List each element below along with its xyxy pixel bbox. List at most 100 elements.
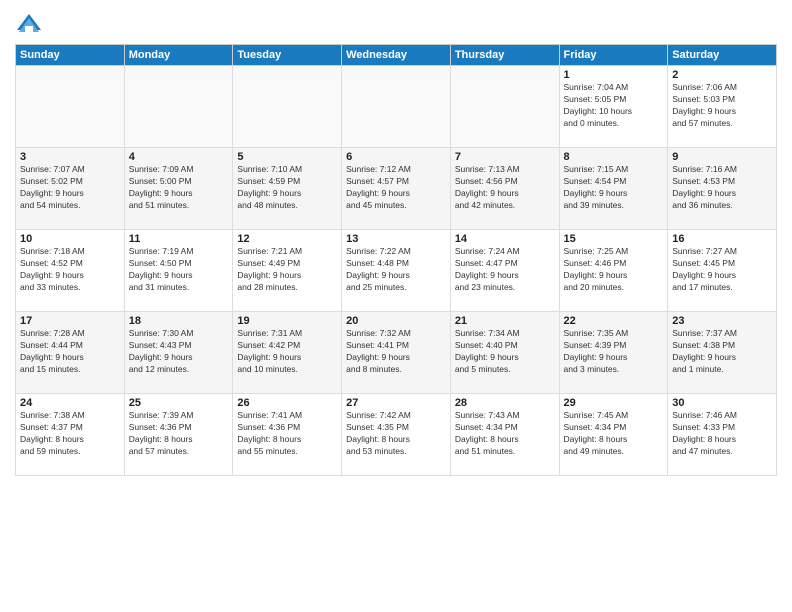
day-info: Sunrise: 7:34 AM Sunset: 4:40 PM Dayligh… xyxy=(455,328,555,376)
day-number: 28 xyxy=(455,397,555,409)
week-row-2: 10Sunrise: 7:18 AM Sunset: 4:52 PM Dayli… xyxy=(16,230,777,312)
calendar-cell: 18Sunrise: 7:30 AM Sunset: 4:43 PM Dayli… xyxy=(124,312,233,394)
calendar-cell xyxy=(233,66,342,148)
day-number: 1 xyxy=(564,69,664,81)
day-number: 22 xyxy=(564,315,664,327)
day-info: Sunrise: 7:39 AM Sunset: 4:36 PM Dayligh… xyxy=(129,410,229,458)
calendar-cell: 19Sunrise: 7:31 AM Sunset: 4:42 PM Dayli… xyxy=(233,312,342,394)
day-info: Sunrise: 7:24 AM Sunset: 4:47 PM Dayligh… xyxy=(455,246,555,294)
day-number: 27 xyxy=(346,397,446,409)
calendar-cell: 30Sunrise: 7:46 AM Sunset: 4:33 PM Dayli… xyxy=(668,394,777,476)
day-number: 16 xyxy=(672,233,772,245)
day-number: 12 xyxy=(237,233,337,245)
day-info: Sunrise: 7:10 AM Sunset: 4:59 PM Dayligh… xyxy=(237,164,337,212)
header-sunday: Sunday xyxy=(16,45,125,66)
calendar-cell: 7Sunrise: 7:13 AM Sunset: 4:56 PM Daylig… xyxy=(450,148,559,230)
calendar-cell: 9Sunrise: 7:16 AM Sunset: 4:53 PM Daylig… xyxy=(668,148,777,230)
day-info: Sunrise: 7:46 AM Sunset: 4:33 PM Dayligh… xyxy=(672,410,772,458)
calendar-cell: 22Sunrise: 7:35 AM Sunset: 4:39 PM Dayli… xyxy=(559,312,668,394)
calendar: SundayMondayTuesdayWednesdayThursdayFrid… xyxy=(15,44,777,476)
day-number: 11 xyxy=(129,233,229,245)
day-number: 24 xyxy=(20,397,120,409)
header-thursday: Thursday xyxy=(450,45,559,66)
day-number: 17 xyxy=(20,315,120,327)
calendar-cell: 1Sunrise: 7:04 AM Sunset: 5:05 PM Daylig… xyxy=(559,66,668,148)
calendar-cell: 4Sunrise: 7:09 AM Sunset: 5:00 PM Daylig… xyxy=(124,148,233,230)
day-number: 21 xyxy=(455,315,555,327)
day-info: Sunrise: 7:38 AM Sunset: 4:37 PM Dayligh… xyxy=(20,410,120,458)
calendar-header-row: SundayMondayTuesdayWednesdayThursdayFrid… xyxy=(16,45,777,66)
calendar-cell: 3Sunrise: 7:07 AM Sunset: 5:02 PM Daylig… xyxy=(16,148,125,230)
day-info: Sunrise: 7:31 AM Sunset: 4:42 PM Dayligh… xyxy=(237,328,337,376)
calendar-cell: 20Sunrise: 7:32 AM Sunset: 4:41 PM Dayli… xyxy=(342,312,451,394)
calendar-cell: 28Sunrise: 7:43 AM Sunset: 4:34 PM Dayli… xyxy=(450,394,559,476)
day-info: Sunrise: 7:13 AM Sunset: 4:56 PM Dayligh… xyxy=(455,164,555,212)
day-info: Sunrise: 7:21 AM Sunset: 4:49 PM Dayligh… xyxy=(237,246,337,294)
day-info: Sunrise: 7:42 AM Sunset: 4:35 PM Dayligh… xyxy=(346,410,446,458)
day-info: Sunrise: 7:07 AM Sunset: 5:02 PM Dayligh… xyxy=(20,164,120,212)
day-info: Sunrise: 7:30 AM Sunset: 4:43 PM Dayligh… xyxy=(129,328,229,376)
day-number: 18 xyxy=(129,315,229,327)
day-info: Sunrise: 7:41 AM Sunset: 4:36 PM Dayligh… xyxy=(237,410,337,458)
day-number: 26 xyxy=(237,397,337,409)
logo-icon xyxy=(15,10,43,38)
day-info: Sunrise: 7:45 AM Sunset: 4:34 PM Dayligh… xyxy=(564,410,664,458)
page: SundayMondayTuesdayWednesdayThursdayFrid… xyxy=(0,0,792,612)
calendar-cell xyxy=(342,66,451,148)
calendar-cell: 26Sunrise: 7:41 AM Sunset: 4:36 PM Dayli… xyxy=(233,394,342,476)
day-info: Sunrise: 7:16 AM Sunset: 4:53 PM Dayligh… xyxy=(672,164,772,212)
day-info: Sunrise: 7:06 AM Sunset: 5:03 PM Dayligh… xyxy=(672,82,772,130)
week-row-4: 24Sunrise: 7:38 AM Sunset: 4:37 PM Dayli… xyxy=(16,394,777,476)
day-number: 9 xyxy=(672,151,772,163)
logo xyxy=(15,10,47,38)
calendar-cell: 29Sunrise: 7:45 AM Sunset: 4:34 PM Dayli… xyxy=(559,394,668,476)
day-info: Sunrise: 7:25 AM Sunset: 4:46 PM Dayligh… xyxy=(564,246,664,294)
day-info: Sunrise: 7:35 AM Sunset: 4:39 PM Dayligh… xyxy=(564,328,664,376)
calendar-cell xyxy=(450,66,559,148)
header xyxy=(15,10,777,38)
calendar-cell xyxy=(16,66,125,148)
day-number: 2 xyxy=(672,69,772,81)
day-info: Sunrise: 7:04 AM Sunset: 5:05 PM Dayligh… xyxy=(564,82,664,130)
day-info: Sunrise: 7:37 AM Sunset: 4:38 PM Dayligh… xyxy=(672,328,772,376)
day-number: 20 xyxy=(346,315,446,327)
day-number: 25 xyxy=(129,397,229,409)
week-row-3: 17Sunrise: 7:28 AM Sunset: 4:44 PM Dayli… xyxy=(16,312,777,394)
calendar-cell: 23Sunrise: 7:37 AM Sunset: 4:38 PM Dayli… xyxy=(668,312,777,394)
day-number: 15 xyxy=(564,233,664,245)
day-info: Sunrise: 7:15 AM Sunset: 4:54 PM Dayligh… xyxy=(564,164,664,212)
day-number: 30 xyxy=(672,397,772,409)
day-number: 19 xyxy=(237,315,337,327)
day-number: 13 xyxy=(346,233,446,245)
calendar-cell: 15Sunrise: 7:25 AM Sunset: 4:46 PM Dayli… xyxy=(559,230,668,312)
calendar-cell: 8Sunrise: 7:15 AM Sunset: 4:54 PM Daylig… xyxy=(559,148,668,230)
day-info: Sunrise: 7:27 AM Sunset: 4:45 PM Dayligh… xyxy=(672,246,772,294)
day-info: Sunrise: 7:32 AM Sunset: 4:41 PM Dayligh… xyxy=(346,328,446,376)
header-saturday: Saturday xyxy=(668,45,777,66)
calendar-cell: 2Sunrise: 7:06 AM Sunset: 5:03 PM Daylig… xyxy=(668,66,777,148)
day-number: 4 xyxy=(129,151,229,163)
calendar-cell: 27Sunrise: 7:42 AM Sunset: 4:35 PM Dayli… xyxy=(342,394,451,476)
day-info: Sunrise: 7:09 AM Sunset: 5:00 PM Dayligh… xyxy=(129,164,229,212)
day-info: Sunrise: 7:22 AM Sunset: 4:48 PM Dayligh… xyxy=(346,246,446,294)
calendar-cell: 17Sunrise: 7:28 AM Sunset: 4:44 PM Dayli… xyxy=(16,312,125,394)
day-info: Sunrise: 7:19 AM Sunset: 4:50 PM Dayligh… xyxy=(129,246,229,294)
calendar-cell: 11Sunrise: 7:19 AM Sunset: 4:50 PM Dayli… xyxy=(124,230,233,312)
calendar-cell: 25Sunrise: 7:39 AM Sunset: 4:36 PM Dayli… xyxy=(124,394,233,476)
header-tuesday: Tuesday xyxy=(233,45,342,66)
header-friday: Friday xyxy=(559,45,668,66)
day-number: 3 xyxy=(20,151,120,163)
calendar-cell: 12Sunrise: 7:21 AM Sunset: 4:49 PM Dayli… xyxy=(233,230,342,312)
header-monday: Monday xyxy=(124,45,233,66)
calendar-cell: 16Sunrise: 7:27 AM Sunset: 4:45 PM Dayli… xyxy=(668,230,777,312)
calendar-cell: 13Sunrise: 7:22 AM Sunset: 4:48 PM Dayli… xyxy=(342,230,451,312)
week-row-1: 3Sunrise: 7:07 AM Sunset: 5:02 PM Daylig… xyxy=(16,148,777,230)
calendar-cell: 10Sunrise: 7:18 AM Sunset: 4:52 PM Dayli… xyxy=(16,230,125,312)
day-number: 6 xyxy=(346,151,446,163)
calendar-cell: 5Sunrise: 7:10 AM Sunset: 4:59 PM Daylig… xyxy=(233,148,342,230)
day-info: Sunrise: 7:12 AM Sunset: 4:57 PM Dayligh… xyxy=(346,164,446,212)
week-row-0: 1Sunrise: 7:04 AM Sunset: 5:05 PM Daylig… xyxy=(16,66,777,148)
day-number: 7 xyxy=(455,151,555,163)
calendar-cell: 14Sunrise: 7:24 AM Sunset: 4:47 PM Dayli… xyxy=(450,230,559,312)
day-number: 10 xyxy=(20,233,120,245)
